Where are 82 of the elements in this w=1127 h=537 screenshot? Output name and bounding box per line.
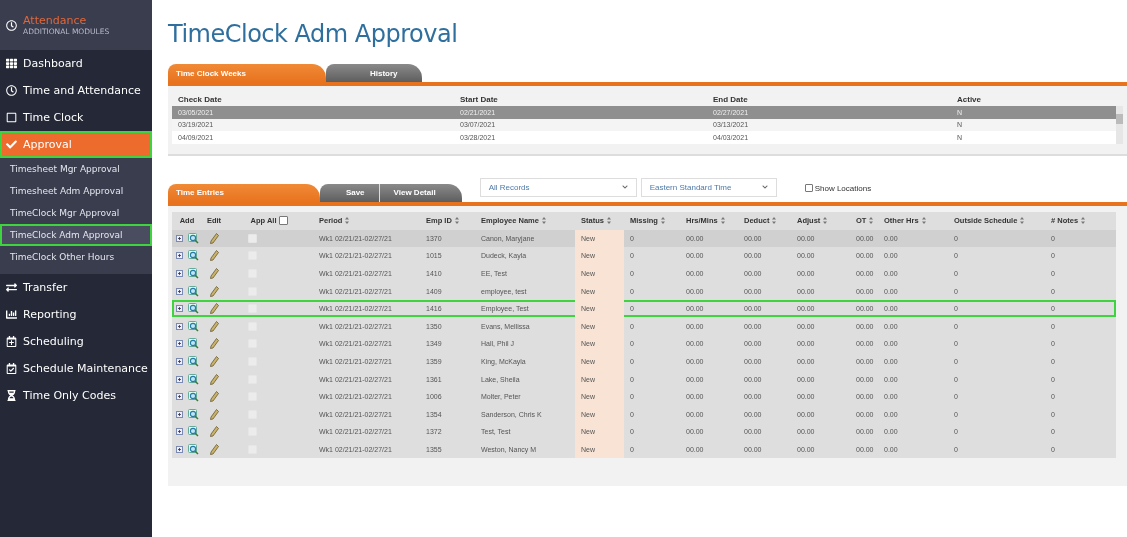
sidebar-subitem[interactable]: TimeClock Mgr Approval [0,202,152,224]
magnifier-icon[interactable] [187,338,199,350]
magnifier-icon[interactable] [187,426,199,438]
sort-icon[interactable] [660,217,665,224]
checkbox[interactable] [279,216,289,225]
magnifier-icon[interactable] [187,391,199,403]
magnifier-icon[interactable] [187,373,199,385]
magnifier-icon[interactable] [187,250,199,262]
dropdown[interactable]: Eastern Standard Time [640,177,777,197]
sort-icon[interactable] [869,217,874,224]
expand-icon[interactable] [175,322,183,330]
pencil-icon[interactable] [209,338,219,350]
column-header: End Date [712,94,749,104]
page-title: TimeClock Adm Approval [168,20,459,48]
pencil-icon[interactable] [209,320,219,332]
sidebar-item[interactable]: Schedule Maintenance [0,355,152,382]
checkbox-label: Show Locations [814,183,872,193]
column-header: Check Date [177,94,223,104]
pencil-icon[interactable] [209,443,219,455]
sort-icon[interactable] [720,217,725,224]
pencil-icon[interactable] [209,355,219,367]
expand-icon[interactable] [175,357,183,365]
chevron-icon [621,184,628,190]
sidebar-item[interactable]: Scheduling [0,328,152,355]
expand-icon[interactable] [175,287,183,295]
sidebar-item[interactable]: Reporting [0,301,152,328]
pencil-icon[interactable] [209,391,219,403]
expand-icon[interactable] [175,270,183,277]
expand-icon[interactable] [175,393,183,401]
chevron-icon [761,184,768,190]
pencil-icon[interactable] [209,285,219,297]
sidebar-subitem[interactable]: TimeClock Other Hours [0,246,152,268]
column-header: Active [956,94,982,104]
pencil-icon[interactable] [209,232,219,244]
magnifier-icon[interactable] [187,355,199,367]
pencil-icon[interactable] [209,303,219,315]
pencil-icon[interactable] [209,373,219,385]
clock-icon [6,19,17,31]
sort-icon[interactable] [606,217,611,224]
checkbox[interactable] [804,184,813,192]
expand-icon[interactable] [175,305,183,313]
expand-icon[interactable] [175,252,183,260]
sort-icon[interactable] [1081,217,1086,224]
sort-icon[interactable] [541,217,546,224]
column-header: Start Date [459,94,499,104]
pencil-icon[interactable] [209,268,219,279]
pencil-icon[interactable] [209,408,219,420]
sort-icon[interactable] [921,217,926,224]
sidebar-item[interactable]: Time and Attendance [0,77,152,104]
expand-icon[interactable] [175,445,183,453]
sidebar-subitem[interactable]: Timesheet Adm Approval [0,180,152,202]
expand-icon[interactable] [175,375,183,383]
sort-icon[interactable] [772,217,777,224]
toolbar-button[interactable]: View Detail [379,183,450,202]
expand-icon[interactable] [175,428,183,436]
magnifier-icon[interactable] [187,268,199,279]
dropdown[interactable]: All Records [479,177,637,197]
expand-icon[interactable] [175,410,183,418]
magnifier-icon[interactable] [187,408,199,420]
sort-icon[interactable] [1020,217,1025,224]
magnifier-icon[interactable] [187,443,199,455]
tab[interactable]: History [325,64,422,82]
sidebar-subitem[interactable]: TimeClock Adm Approval [0,224,152,246]
module-title: Attendance [23,14,88,27]
sidebar-item[interactable]: Transfer [0,274,152,301]
scrollbar[interactable] [1116,106,1123,144]
toolbar-button[interactable]: Save [319,183,380,202]
expand-icon[interactable] [175,234,183,242]
sort-icon[interactable] [345,217,350,224]
magnifier-icon[interactable] [187,303,199,315]
pencil-icon[interactable] [209,426,219,438]
magnifier-icon[interactable] [187,320,199,332]
sidebar-subitem[interactable]: Timesheet Mgr Approval [0,158,152,180]
sidebar-item[interactable]: Time Clock [0,104,152,131]
magnifier-icon[interactable] [187,285,199,297]
magnifier-icon[interactable] [187,232,199,244]
sidebar-item[interactable]: Dashboard [0,50,152,77]
pencil-icon[interactable] [209,250,219,262]
expand-icon[interactable] [175,340,183,348]
sort-icon[interactable] [454,217,459,224]
sidebar-item[interactable]: Time Only Codes [0,382,152,409]
sort-icon[interactable] [823,217,828,224]
